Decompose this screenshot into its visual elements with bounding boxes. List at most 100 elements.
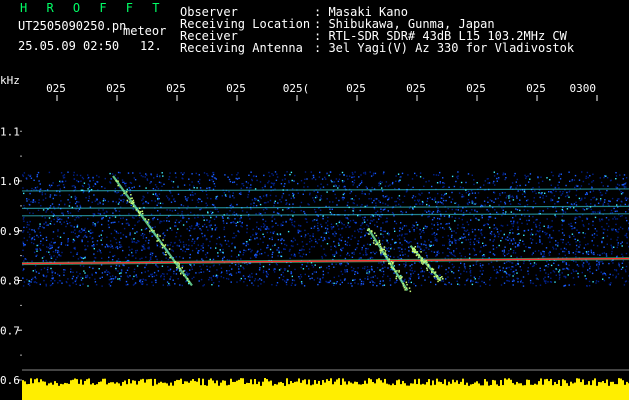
power-bar — [574, 382, 576, 400]
noise-speck — [616, 210, 618, 212]
noise-speck — [121, 194, 124, 196]
power-bar — [560, 385, 562, 400]
noise-speck — [220, 251, 222, 253]
noise-speck — [107, 224, 110, 226]
noise-speck — [320, 198, 323, 200]
noise-speck — [449, 251, 451, 254]
power-bar — [284, 385, 286, 400]
noise-speck — [23, 237, 25, 239]
noise-speck — [382, 173, 385, 175]
meteor-speck — [378, 239, 381, 242]
noise-speck — [457, 204, 460, 206]
power-bar — [414, 379, 416, 400]
noise-speck — [289, 173, 291, 176]
noise-speck — [598, 263, 600, 265]
noise-speck — [593, 253, 595, 256]
power-bar — [54, 381, 56, 400]
noise-speck — [478, 219, 480, 221]
noise-speck — [344, 243, 347, 246]
noise-speck — [516, 256, 518, 259]
noise-speck — [373, 208, 376, 210]
noise-speck — [49, 194, 52, 196]
noise-speck — [152, 193, 154, 195]
noise-speck — [583, 236, 586, 239]
noise-speck — [572, 252, 574, 254]
noise-speck — [202, 243, 204, 245]
noise-speck — [114, 221, 116, 223]
noise-speck — [181, 213, 183, 215]
noise-speck — [358, 257, 361, 259]
noise-speck — [76, 201, 78, 203]
noise-speck — [294, 283, 297, 286]
noise-speck — [351, 252, 353, 254]
noise-speck — [181, 284, 183, 287]
noise-speck — [133, 271, 135, 273]
noise-speck — [576, 248, 578, 250]
noise-speck — [47, 271, 49, 273]
noise-speck — [235, 177, 237, 180]
noise-speck — [188, 244, 190, 247]
noise-speck — [535, 233, 537, 236]
power-bar — [620, 378, 622, 400]
noise-speck — [114, 216, 117, 218]
noise-speck — [397, 197, 399, 199]
noise-speck — [472, 247, 475, 250]
noise-speck — [88, 266, 91, 268]
noise-speck — [464, 284, 466, 286]
noise-speck — [169, 172, 171, 174]
noise-speck — [437, 224, 439, 226]
noise-speck — [455, 180, 457, 183]
noise-speck — [388, 197, 390, 199]
noise-speck — [151, 226, 154, 229]
noise-speck — [102, 209, 104, 211]
noise-speck — [391, 197, 393, 199]
noise-speck — [435, 238, 437, 241]
noise-speck — [426, 203, 428, 206]
noise-speck — [609, 273, 611, 276]
noise-speck — [511, 182, 514, 184]
noise-speck — [299, 205, 301, 207]
noise-speck — [171, 195, 173, 197]
noise-speck — [420, 231, 423, 233]
noise-speck — [573, 284, 576, 286]
noise-speck — [108, 245, 110, 248]
noise-speck — [416, 174, 418, 177]
noise-speck — [360, 257, 362, 259]
noise-speck — [84, 244, 86, 247]
noise-speck — [173, 198, 175, 200]
noise-speck — [260, 279, 263, 281]
noise-speck — [326, 183, 329, 186]
noise-speck — [257, 243, 259, 245]
noise-speck — [120, 237, 122, 239]
noise-speck — [117, 203, 120, 205]
noise-speck — [379, 180, 382, 183]
noise-speck — [178, 239, 181, 241]
noise-speck — [594, 204, 596, 206]
meteor-speck — [395, 277, 397, 280]
noise-speck — [23, 216, 25, 219]
noise-speck — [320, 183, 322, 185]
noise-speck — [422, 249, 424, 252]
noise-speck — [543, 201, 545, 203]
noise-speck — [447, 235, 449, 237]
noise-speck — [189, 184, 191, 186]
noise-speck — [489, 199, 491, 201]
noise-speck — [92, 267, 94, 270]
meteor-speck — [433, 272, 436, 274]
noise-speck — [506, 276, 508, 278]
noise-speck — [350, 282, 352, 285]
noise-speck — [462, 195, 465, 198]
x-tick-label: 025 — [346, 82, 366, 95]
noise-speck — [153, 271, 156, 274]
power-bar — [420, 384, 422, 400]
meteor-speck — [388, 258, 391, 260]
noise-speck — [419, 203, 421, 205]
noise-speck — [260, 197, 262, 200]
noise-speck — [173, 272, 175, 275]
noise-speck — [122, 249, 124, 252]
noise-speck — [442, 197, 444, 200]
noise-speck — [285, 281, 288, 284]
noise-speck — [512, 217, 514, 219]
noise-speck — [344, 240, 346, 242]
power-bar — [556, 384, 558, 400]
